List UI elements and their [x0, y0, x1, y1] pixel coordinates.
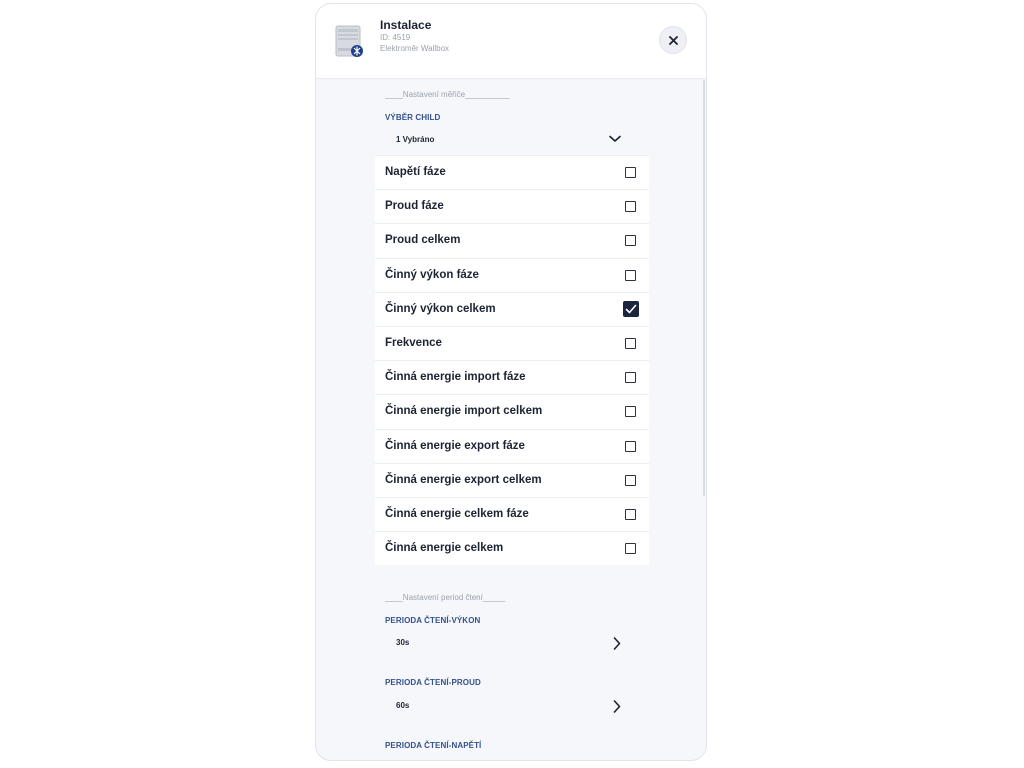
- checkbox[interactable]: [625, 337, 636, 349]
- installation-panel: Instalace ID: 4519 Elektroměr Wallbox __…: [315, 3, 707, 761]
- period-voltage-label: PERIODA ČTENÍ-NAPĚTÍ: [385, 741, 482, 750]
- chevron-down-icon[interactable]: [609, 135, 621, 143]
- list-item-label: Proud celkem: [385, 234, 461, 247]
- chevron-right-icon[interactable]: [613, 637, 621, 650]
- list-item[interactable]: Proud celkem: [375, 223, 649, 257]
- section-read-periods: ____Nastavení period čtení_____: [385, 593, 506, 602]
- list-item[interactable]: Činný výkon celkem: [375, 291, 649, 326]
- checkbox[interactable]: [625, 474, 636, 486]
- list-item-label: Činná energie celkem fáze: [385, 507, 529, 520]
- list-item-label: Činná energie export celkem: [385, 473, 542, 486]
- list-item[interactable]: Činná energie import celkem: [375, 394, 649, 428]
- list-item-label: Frekvence: [385, 336, 442, 349]
- list-item-label: Činná energie import fáze: [385, 371, 526, 384]
- page-title: Instalace: [380, 18, 432, 32]
- checkbox-checked[interactable]: [623, 300, 639, 317]
- panel-header: Instalace ID: 4519 Elektroměr Wallbox: [316, 4, 706, 79]
- child-select-value[interactable]: 1 Vybráno: [396, 135, 434, 144]
- device-id: ID: 4519: [380, 33, 411, 42]
- close-button[interactable]: [659, 26, 687, 54]
- device-subtitle: Elektroměr Wallbox: [380, 44, 450, 53]
- list-item-label: Proud fáze: [385, 200, 444, 213]
- list-item-label: Činný výkon celkem: [385, 302, 496, 315]
- checkbox[interactable]: [625, 167, 636, 178]
- list-item[interactable]: Činná energie export fáze: [375, 428, 649, 463]
- list-item-label: Činná energie celkem: [385, 542, 504, 555]
- checkbox[interactable]: [625, 372, 636, 384]
- checkbox[interactable]: [625, 440, 636, 452]
- list-item[interactable]: Frekvence: [375, 325, 649, 360]
- chevron-right-icon[interactable]: [613, 700, 621, 713]
- period-power-label: PERIODA ČTENÍ-VÝKON: [385, 616, 481, 625]
- period-current-value[interactable]: 60s: [396, 701, 409, 710]
- child-select-label: VÝBĚR CHILD: [385, 113, 441, 122]
- period-power-value[interactable]: 30s: [396, 638, 409, 647]
- list-item-label: Činná energie import celkem: [385, 405, 543, 418]
- period-current-label: PERIODA ČTENÍ-PROUD: [385, 678, 481, 687]
- checkbox[interactable]: [625, 406, 636, 418]
- scrollbar[interactable]: [703, 80, 705, 496]
- checkbox[interactable]: [625, 269, 636, 281]
- checkbox[interactable]: [625, 508, 636, 520]
- list-item[interactable]: Činný výkon fáze: [375, 257, 649, 292]
- list-item[interactable]: Činná energie export celkem: [375, 462, 649, 497]
- list-item[interactable]: Činná energie celkem: [375, 531, 649, 565]
- checkbox[interactable]: [625, 235, 636, 247]
- checkbox[interactable]: [625, 543, 636, 555]
- section-meter-settings: ____Nastavení měřiče__________: [385, 90, 510, 99]
- list-item-label: Napětí fáze: [385, 166, 446, 178]
- list-item[interactable]: Činná energie celkem fáze: [375, 496, 649, 531]
- list-item[interactable]: Činná energie import fáze: [375, 360, 649, 394]
- device-image: [334, 24, 366, 58]
- list-item-label: Činná energie export fáze: [385, 439, 525, 452]
- close-icon: [668, 35, 678, 45]
- checkbox[interactable]: [625, 201, 636, 213]
- list-item-label: Činný výkon fáze: [385, 268, 479, 281]
- list-item[interactable]: Napětí fáze: [375, 155, 649, 189]
- list-item[interactable]: Proud fáze: [375, 189, 649, 223]
- child-options-list: Napětí fáze Proud fáze Proud celkem Činný v…: [375, 155, 649, 566]
